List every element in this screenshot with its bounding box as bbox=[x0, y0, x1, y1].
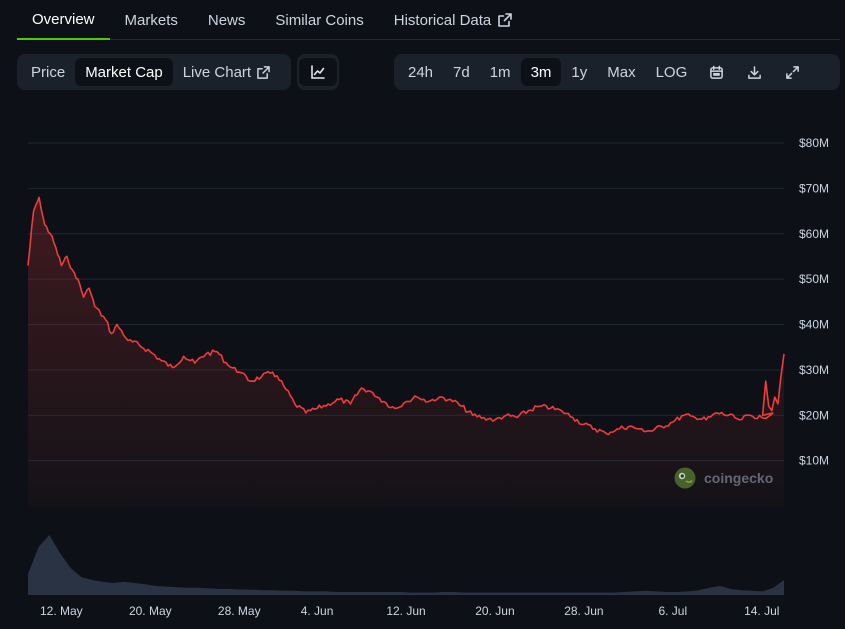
button-label: Market Cap bbox=[85, 63, 163, 81]
tab-bar: Overview Markets News Similar Coins Hist… bbox=[17, 0, 840, 40]
external-link-icon bbox=[498, 13, 513, 27]
live-chart-button[interactable]: Live Chart bbox=[173, 58, 280, 86]
range-max-button[interactable]: Max bbox=[597, 58, 645, 86]
tab-label: Markets bbox=[124, 11, 178, 29]
button-label: Live Chart bbox=[182, 63, 252, 81]
coingecko-watermark: coingecko bbox=[674, 467, 773, 489]
tab-news[interactable]: News bbox=[193, 0, 261, 40]
y-axis: $10M $20M $30M $40M $50M $60M $70M $80M bbox=[799, 136, 829, 468]
button-label: LOG bbox=[655, 63, 688, 81]
external-link-icon bbox=[257, 65, 270, 79]
x-axis: 12. May 20. May 28. May 4. Jun 12. Jun 20. Ju… bbox=[40, 604, 779, 618]
tab-similar-coins[interactable]: Similar Coins bbox=[260, 0, 378, 40]
y-tick-label: $10M bbox=[799, 454, 829, 468]
range-1y-button[interactable]: 1y bbox=[561, 58, 597, 86]
fullscreen-button[interactable] bbox=[773, 58, 811, 86]
date-picker-button[interactable] bbox=[697, 58, 735, 86]
tab-label: News bbox=[207, 11, 246, 29]
button-label: 3m bbox=[530, 63, 552, 81]
download-icon bbox=[747, 65, 762, 80]
x-tick-label: 20. May bbox=[129, 604, 172, 618]
volume-layer bbox=[28, 535, 784, 595]
y-tick-label: $50M bbox=[799, 272, 829, 286]
button-label: 24h bbox=[408, 63, 434, 81]
tab-label: Similar Coins bbox=[275, 11, 364, 29]
line-chart-icon bbox=[310, 64, 326, 80]
volume-area bbox=[28, 535, 784, 595]
tab-historical-data[interactable]: Historical Data bbox=[379, 0, 528, 40]
x-tick-label: 28. Jun bbox=[564, 604, 603, 618]
button-label: 1y bbox=[571, 63, 588, 81]
expand-icon bbox=[785, 65, 800, 80]
calendar-icon bbox=[709, 65, 724, 80]
y-tick-label: $60M bbox=[799, 227, 829, 241]
coingecko-logo-icon bbox=[674, 467, 696, 489]
button-label: Max bbox=[607, 63, 636, 81]
download-button[interactable] bbox=[735, 58, 773, 86]
log-scale-button[interactable]: LOG bbox=[646, 58, 698, 86]
tab-label: Overview bbox=[32, 10, 95, 28]
price-button[interactable]: Price bbox=[21, 58, 75, 86]
y-tick-label: $40M bbox=[799, 318, 829, 332]
y-tick-label: $30M bbox=[799, 363, 829, 377]
range-3m-button[interactable]: 3m bbox=[520, 58, 562, 86]
chart-style-selector bbox=[297, 54, 339, 90]
area-layer bbox=[27, 196, 785, 506]
x-tick-label: 12. May bbox=[40, 604, 83, 618]
watermark-text: coingecko bbox=[704, 470, 774, 486]
button-label: 7d bbox=[453, 63, 470, 81]
y-tick-label: $80M bbox=[799, 136, 829, 150]
range-24h-button[interactable]: 24h bbox=[398, 58, 443, 86]
market-cap-area bbox=[28, 197, 784, 506]
range-1m-button[interactable]: 1m bbox=[480, 58, 521, 86]
x-tick-label: 6. Jul bbox=[658, 604, 687, 618]
y-tick-label: $70M bbox=[799, 181, 829, 195]
x-tick-label: 14. Jul bbox=[744, 604, 779, 618]
tab-markets[interactable]: Markets bbox=[110, 0, 193, 40]
line-chart-button[interactable] bbox=[299, 58, 337, 86]
tab-overview[interactable]: Overview bbox=[17, 0, 110, 40]
x-tick-label: 4. Jun bbox=[301, 604, 334, 618]
market-cap-button[interactable]: Market Cap bbox=[75, 58, 173, 86]
x-tick-label: 28. May bbox=[218, 604, 261, 618]
market-cap-chart[interactable]: $10M $20M $30M $40M $50M $60M $70M $80M 12. May… bbox=[0, 100, 845, 629]
chart-type-selector: Price Market Cap Live Chart bbox=[17, 54, 291, 90]
button-label: 1m bbox=[489, 63, 511, 81]
range-selector: 24h 7d 1m 3m 1y Max LOG bbox=[394, 54, 840, 90]
x-tick-label: 20. Jun bbox=[475, 604, 514, 618]
button-label: Price bbox=[31, 63, 66, 81]
y-tick-label: $20M bbox=[799, 408, 829, 422]
tab-label: Historical Data bbox=[393, 11, 492, 29]
x-tick-label: 12. Jun bbox=[386, 604, 425, 618]
range-7d-button[interactable]: 7d bbox=[443, 58, 480, 86]
